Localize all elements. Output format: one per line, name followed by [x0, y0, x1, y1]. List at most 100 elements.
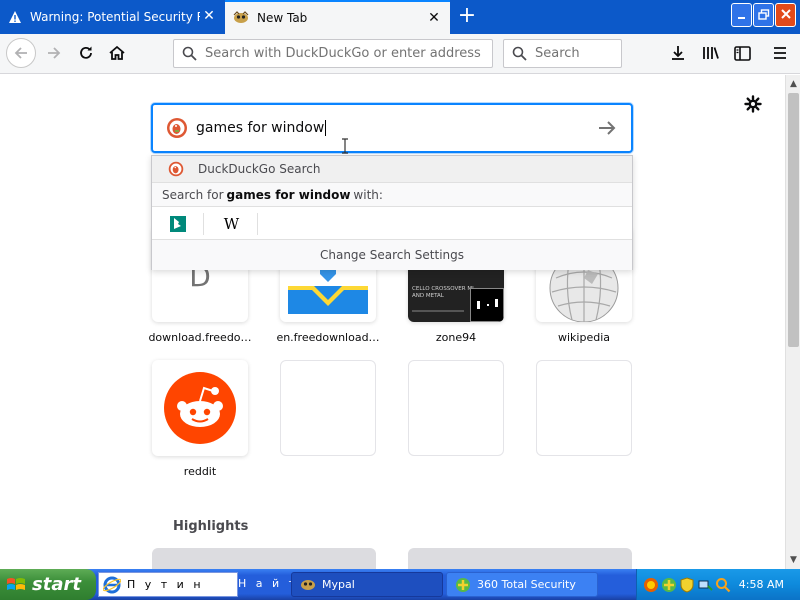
duckduckgo-icon	[168, 161, 184, 177]
360-tray-icon[interactable]	[661, 577, 677, 593]
search-for-prefix: Search for	[162, 187, 224, 202]
reddit-logo-icon	[164, 372, 236, 444]
library-icon	[703, 47, 719, 59]
gear-icon	[744, 95, 762, 113]
clock: 4:58 AM	[738, 578, 784, 591]
restore-button[interactable]	[753, 3, 774, 27]
one-off-engines: W	[152, 206, 632, 239]
start-button[interactable]: start	[0, 569, 96, 600]
preview-line	[412, 310, 464, 312]
search-for-query: games for window	[226, 187, 351, 202]
top-site-title: en.freedownload…	[276, 331, 380, 344]
tab-label: Warning: Potential Security Risk A	[30, 10, 200, 24]
forward-button[interactable]	[40, 39, 68, 67]
wikipedia-icon: W	[223, 215, 240, 233]
taskbar-item-label: Mypal	[322, 578, 355, 591]
tab-security-warning[interactable]: Warning: Potential Security Risk A ✕	[0, 0, 225, 34]
page-settings-button[interactable]	[744, 95, 762, 113]
bing-engine-button[interactable]	[152, 213, 204, 235]
downloads-button[interactable]	[664, 39, 692, 67]
top-site-title: zone94	[435, 331, 477, 344]
wikipedia-engine-button[interactable]: W	[206, 213, 258, 235]
sidebar-icon	[733, 45, 751, 61]
empty-site-slot[interactable]	[280, 360, 376, 456]
minimize-icon	[737, 17, 745, 19]
highlights-heading: Highlights	[173, 519, 249, 534]
taskbar-item-360-total-security[interactable]: 360 Total Security	[446, 572, 598, 597]
shield-icon[interactable]	[679, 576, 695, 593]
minimize-button[interactable]	[731, 3, 752, 27]
search-query-text: games for window	[196, 120, 325, 136]
back-button[interactable]	[6, 38, 36, 68]
highlight-card[interactable]	[408, 548, 632, 570]
close-icon	[780, 9, 791, 19]
search-for-suffix: with:	[353, 187, 383, 202]
scroll-up-arrow-icon[interactable]: ▲	[786, 77, 800, 92]
taskbar-item-mypal[interactable]: Mypal	[291, 572, 443, 597]
arrow-left-icon	[14, 47, 27, 59]
menu-button[interactable]	[766, 39, 794, 67]
text-caret	[325, 120, 327, 136]
zone94-thumbnail	[470, 288, 504, 322]
search-icon	[512, 46, 527, 61]
search-icon	[182, 46, 197, 61]
network-tray-icon[interactable]	[697, 577, 713, 593]
duckduckgo-search-option[interactable]: DuckDuckGo Search	[152, 156, 632, 182]
reload-button[interactable]	[72, 39, 100, 67]
arrow-right-icon	[48, 47, 61, 59]
search-suggestions-dropdown: DuckDuckGo Search Search for games for w…	[151, 155, 633, 270]
download-icon	[672, 46, 684, 60]
engine-label: DuckDuckGo Search	[198, 162, 321, 176]
start-label: start	[32, 574, 81, 595]
scrollbar-thumb[interactable]	[788, 93, 799, 347]
page-scrollbar[interactable]: ▲ ▼	[785, 75, 800, 569]
search-placeholder: Search	[535, 46, 580, 61]
restore-icon	[757, 9, 769, 20]
address-placeholder: Search with DuckDuckGo or enter address	[205, 46, 481, 61]
reload-icon	[80, 46, 92, 59]
page-search-input[interactable]: games for window	[151, 103, 633, 153]
highlight-card[interactable]	[152, 548, 376, 570]
firefox-tray-icon[interactable]	[643, 577, 659, 593]
address-bar[interactable]: Search with DuckDuckGo or enter address	[173, 39, 493, 68]
windows-taskbar: start П у т и н Н а й т и Mypal 360 Tota…	[0, 569, 800, 600]
navigation-toolbar: Search with DuckDuckGo or enter address …	[0, 34, 800, 74]
tab-new-tab[interactable]: New Tab ✕	[225, 0, 450, 34]
close-window-button[interactable]	[775, 3, 796, 27]
new-tab-button[interactable]: +	[456, 4, 478, 28]
duckduckgo-icon	[167, 118, 187, 138]
top-site-tile[interactable]	[152, 360, 248, 456]
search-bar[interactable]: Search	[503, 39, 622, 68]
empty-site-slot[interactable]	[408, 360, 504, 456]
text-cursor-icon	[342, 138, 348, 154]
taskbar-search-text: П у т и н	[127, 578, 204, 591]
warning-icon	[9, 11, 21, 23]
go-arrow-icon[interactable]	[597, 118, 617, 138]
search-tray-icon[interactable]	[715, 577, 731, 593]
title-bar: Warning: Potential Security Risk A ✕ New…	[0, 0, 800, 34]
top-site-title: download.freedo…	[148, 331, 252, 344]
top-site-title: reddit	[183, 465, 217, 478]
taskbar-item-label: 360 Total Security	[477, 578, 576, 591]
close-tab-icon[interactable]: ✕	[201, 8, 217, 24]
scroll-down-arrow-icon[interactable]: ▼	[786, 553, 800, 568]
mypal-icon	[233, 11, 249, 23]
hamburger-menu-icon	[774, 47, 786, 59]
windows-logo-icon	[7, 577, 25, 590]
change-search-settings-button[interactable]: Change Search Settings	[152, 239, 632, 270]
home-icon	[109, 45, 125, 60]
mypal-icon	[301, 579, 315, 590]
taskbar-search-input[interactable]: П у т и н	[98, 572, 238, 597]
search-for-header: Search for games for window with:	[152, 182, 632, 206]
top-site-title: wikipedia	[557, 331, 610, 344]
empty-site-slot[interactable]	[536, 360, 632, 456]
home-button[interactable]	[103, 39, 131, 67]
bing-icon	[169, 216, 186, 232]
tab-label: New Tab	[257, 11, 308, 25]
close-tab-icon[interactable]: ✕	[426, 10, 442, 26]
library-button[interactable]	[697, 39, 725, 67]
system-tray: 4:58 AM	[636, 569, 800, 600]
sidebar-button[interactable]	[728, 39, 756, 67]
internet-explorer-icon	[103, 576, 121, 593]
360-security-icon	[456, 577, 470, 592]
